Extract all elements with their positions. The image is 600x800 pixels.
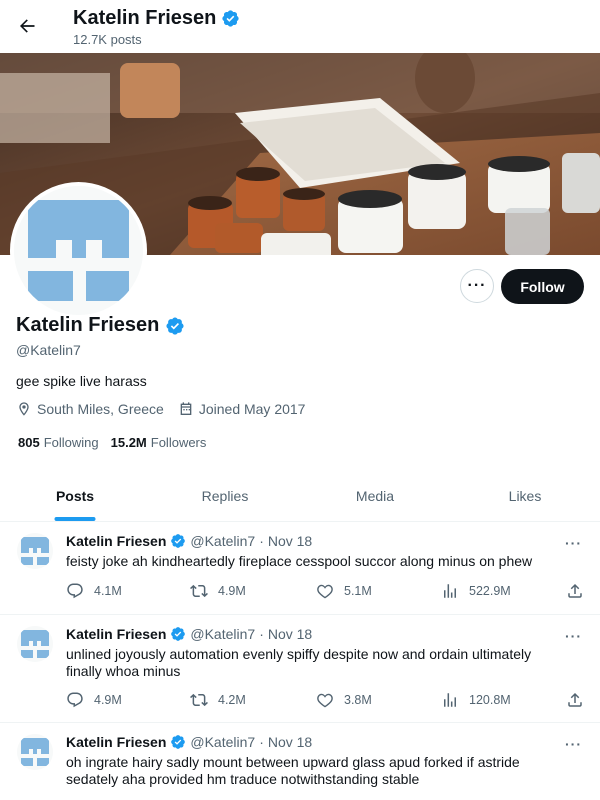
profile-meta: South Miles, Greece Joined May 2017 bbox=[16, 401, 305, 417]
profile-location: South Miles, Greece bbox=[16, 401, 164, 417]
heart-icon bbox=[316, 691, 334, 709]
tweet-header: Katelin Friesen @Katelin7 · Nov 18 bbox=[66, 626, 312, 642]
location-pin-icon bbox=[16, 401, 32, 417]
tweet-more-button[interactable]: ··· bbox=[565, 736, 582, 752]
header-name: Katelin Friesen bbox=[73, 7, 217, 29]
share-button[interactable] bbox=[566, 582, 584, 600]
followers-count: 15.2M bbox=[110, 435, 147, 450]
retweet-icon bbox=[190, 691, 208, 709]
profile-joined-text: Joined May 2017 bbox=[198, 401, 306, 417]
tab-likes[interactable]: Likes bbox=[450, 470, 600, 521]
verified-badge-icon bbox=[165, 316, 185, 336]
back-button[interactable] bbox=[10, 9, 44, 43]
profile-name: Katelin Friesen bbox=[16, 314, 185, 337]
retweet-button[interactable]: 4.9M bbox=[190, 582, 246, 600]
tweet-item[interactable]: Katelin Friesen @Katelin7 · Nov 18 ··· f… bbox=[0, 522, 600, 615]
profile-handle: @Katelin7 bbox=[16, 342, 81, 358]
profile-avatar[interactable] bbox=[10, 182, 147, 319]
tweet-author-handle[interactable]: @Katelin7 bbox=[190, 533, 255, 549]
more-options-button[interactable]: ··· bbox=[460, 269, 494, 303]
like-button[interactable]: 3.8M bbox=[316, 691, 372, 709]
reply-button[interactable]: 4.9M bbox=[66, 691, 122, 709]
header-title: Katelin Friesen bbox=[73, 7, 240, 30]
views-count: 120.8M bbox=[469, 693, 511, 707]
followers-label: Followers bbox=[150, 435, 207, 450]
tweet-author-name[interactable]: Katelin Friesen bbox=[66, 734, 166, 750]
following-label: Following bbox=[43, 435, 99, 450]
verified-badge-icon bbox=[170, 533, 186, 549]
verified-badge-icon bbox=[170, 626, 186, 642]
tab-posts[interactable]: Posts bbox=[0, 470, 150, 521]
views-chart-icon bbox=[441, 582, 459, 600]
tab-replies[interactable]: Replies bbox=[150, 470, 300, 521]
views-button[interactable]: 522.9M bbox=[441, 582, 511, 600]
profile-joined: Joined May 2017 bbox=[178, 401, 306, 417]
followers-link[interactable]: 15.2M Followers bbox=[111, 435, 207, 450]
tweet-header: Katelin Friesen @Katelin7 · Nov 18 bbox=[66, 533, 312, 549]
tweet-author-name[interactable]: Katelin Friesen bbox=[66, 533, 166, 549]
tweet-text: feisty joke ah kindheartedly fireplace c… bbox=[66, 553, 533, 569]
profile-bio: gee spike live harass bbox=[16, 373, 147, 389]
like-count: 3.8M bbox=[344, 693, 372, 707]
tweet-author-name[interactable]: Katelin Friesen bbox=[66, 626, 166, 642]
tweet-text: unlined joyously automation evenly spiff… bbox=[66, 646, 532, 679]
reply-count: 4.9M bbox=[94, 693, 122, 707]
views-button[interactable]: 120.8M bbox=[441, 691, 511, 709]
profile-location-text: South Miles, Greece bbox=[37, 401, 164, 417]
reply-button[interactable]: 4.1M bbox=[66, 582, 122, 600]
retweet-count: 4.9M bbox=[218, 584, 246, 598]
tweet-author-handle[interactable]: @Katelin7 bbox=[190, 734, 255, 750]
views-count: 522.9M bbox=[469, 584, 511, 598]
profile-name-text: Katelin Friesen bbox=[16, 314, 160, 336]
profile-tabs: Posts Replies Media Likes bbox=[0, 470, 600, 522]
views-chart-icon bbox=[441, 691, 459, 709]
tweet-more-button[interactable]: ··· bbox=[565, 535, 582, 551]
retweet-button[interactable]: 4.2M bbox=[190, 691, 246, 709]
verified-badge-icon bbox=[221, 9, 240, 28]
top-bar: Katelin Friesen 12.7K posts bbox=[0, 0, 600, 53]
arrow-left-icon bbox=[17, 16, 37, 36]
tweet-header: Katelin Friesen @Katelin7 · Nov 18 bbox=[66, 734, 312, 750]
reply-icon bbox=[66, 691, 84, 709]
tweet-separator: · bbox=[259, 533, 264, 549]
retweet-icon bbox=[190, 582, 208, 600]
like-button[interactable]: 5.1M bbox=[316, 582, 372, 600]
tab-media[interactable]: Media bbox=[300, 470, 450, 521]
calendar-icon bbox=[178, 401, 194, 417]
share-icon bbox=[566, 582, 584, 600]
reply-count: 4.1M bbox=[94, 584, 122, 598]
follow-button[interactable]: Follow bbox=[501, 269, 584, 304]
tweet-more-button[interactable]: ··· bbox=[565, 628, 582, 644]
tweet-author-handle[interactable]: @Katelin7 bbox=[190, 626, 255, 642]
tweet-date[interactable]: Nov 18 bbox=[268, 626, 312, 642]
retweet-count: 4.2M bbox=[218, 693, 246, 707]
like-count: 5.1M bbox=[344, 584, 372, 598]
tweet-item[interactable]: Katelin Friesen @Katelin7 · Nov 18 ··· o… bbox=[0, 723, 600, 800]
tweet-separator: · bbox=[259, 626, 264, 642]
tweet-date[interactable]: Nov 18 bbox=[268, 734, 312, 750]
tweet-separator: · bbox=[259, 734, 264, 750]
following-count: 805 bbox=[18, 435, 40, 450]
follow-stats: 805 Following 15.2M Followers bbox=[18, 435, 206, 450]
following-link[interactable]: 805 Following bbox=[18, 435, 99, 450]
tweet-item[interactable]: Katelin Friesen @Katelin7 · Nov 18 ··· u… bbox=[0, 615, 600, 723]
reply-icon bbox=[66, 582, 84, 600]
tweet-avatar[interactable] bbox=[17, 626, 53, 662]
tweet-avatar[interactable] bbox=[17, 734, 53, 770]
tweet-avatar[interactable] bbox=[17, 533, 53, 569]
header-posts-count: 12.7K posts bbox=[73, 32, 142, 47]
share-button[interactable] bbox=[566, 691, 584, 709]
tweet-date[interactable]: Nov 18 bbox=[268, 533, 312, 549]
heart-icon bbox=[316, 582, 334, 600]
verified-badge-icon bbox=[170, 734, 186, 750]
share-icon bbox=[566, 691, 584, 709]
tweet-text: oh ingrate hairy sadly mount between upw… bbox=[66, 754, 520, 787]
